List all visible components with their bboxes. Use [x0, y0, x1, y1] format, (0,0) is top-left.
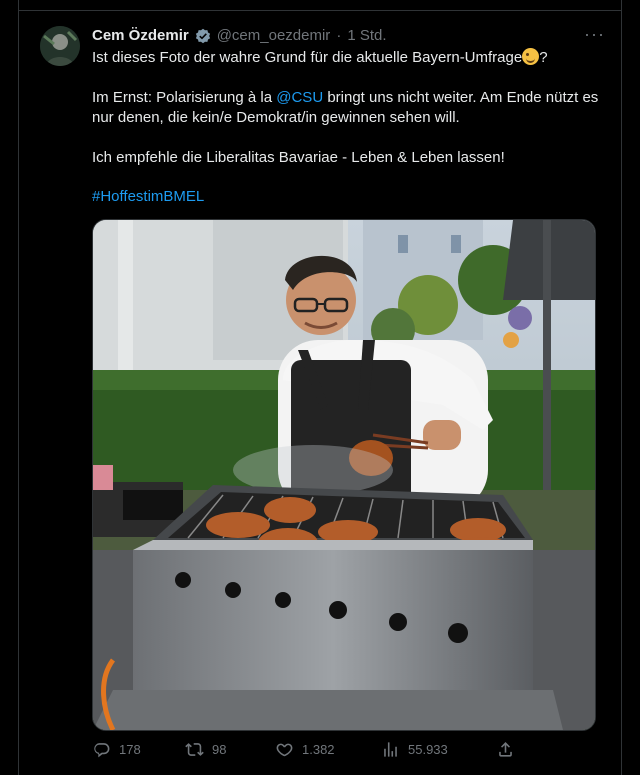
reply-count: 178 — [119, 742, 141, 757]
paragraph-2-start: Im Ernst: Polarisierung à la — [92, 89, 277, 106]
like-button[interactable]: 1.382 — [275, 740, 335, 759]
timeline-border-left — [18, 0, 19, 775]
timeline-border-top — [18, 10, 622, 11]
author-avatar[interactable] — [40, 26, 80, 66]
tweet-timestamp[interactable]: 1 Std. — [347, 27, 386, 44]
timeline-border-right — [621, 0, 622, 775]
hashtag-link-row: #HoffestimBMEL — [92, 187, 607, 207]
reply-button[interactable]: 178 — [92, 740, 141, 759]
tweet-text-question-mark: ? — [539, 49, 548, 66]
tweet-photo[interactable] — [92, 219, 596, 731]
share-icon — [499, 742, 512, 757]
heart-icon — [276, 743, 293, 757]
mention-csu-link[interactable]: @CSU — [276, 89, 323, 106]
verified-badge-icon — [195, 28, 211, 44]
hashtag-link[interactable]: #HoffestimBMEL — [92, 188, 204, 205]
views-icon — [384, 742, 397, 757]
more-options-button[interactable]: ··· — [584, 25, 605, 43]
tweet-header: Cem Özdemir @cem_oezdemir · 1 Std. — [92, 27, 387, 44]
tweet-text-paragraph-3: Ich empfehle die Liberalitas Bavariae - … — [92, 149, 505, 166]
tweet-text-question: Ist dieses Foto der wahre Grund für die … — [92, 49, 523, 66]
views-button[interactable]: 55.933 — [381, 740, 448, 759]
views-count: 55.933 — [408, 742, 448, 757]
retweet-icon — [185, 743, 204, 756]
reply-icon — [94, 743, 110, 758]
winking-face-emoji-icon — [522, 48, 540, 65]
header-separator: · — [336, 27, 342, 44]
author-handle[interactable]: @cem_oezdemir — [217, 27, 331, 44]
tweet-text-paragraph-2: Im Ernst: Polarisierung à la @CSU bringt… — [92, 88, 607, 128]
retweet-count: 98 — [212, 742, 227, 757]
tweet-text-line-1: Ist dieses Foto der wahre Grund für die … — [92, 48, 607, 68]
tweet-actions: 178 98 1.382 55.933 — [92, 740, 607, 762]
like-count: 1.382 — [302, 742, 335, 757]
author-name[interactable]: Cem Özdemir — [92, 27, 189, 44]
retweet-button[interactable]: 98 — [185, 740, 226, 759]
share-button[interactable] — [496, 740, 515, 759]
